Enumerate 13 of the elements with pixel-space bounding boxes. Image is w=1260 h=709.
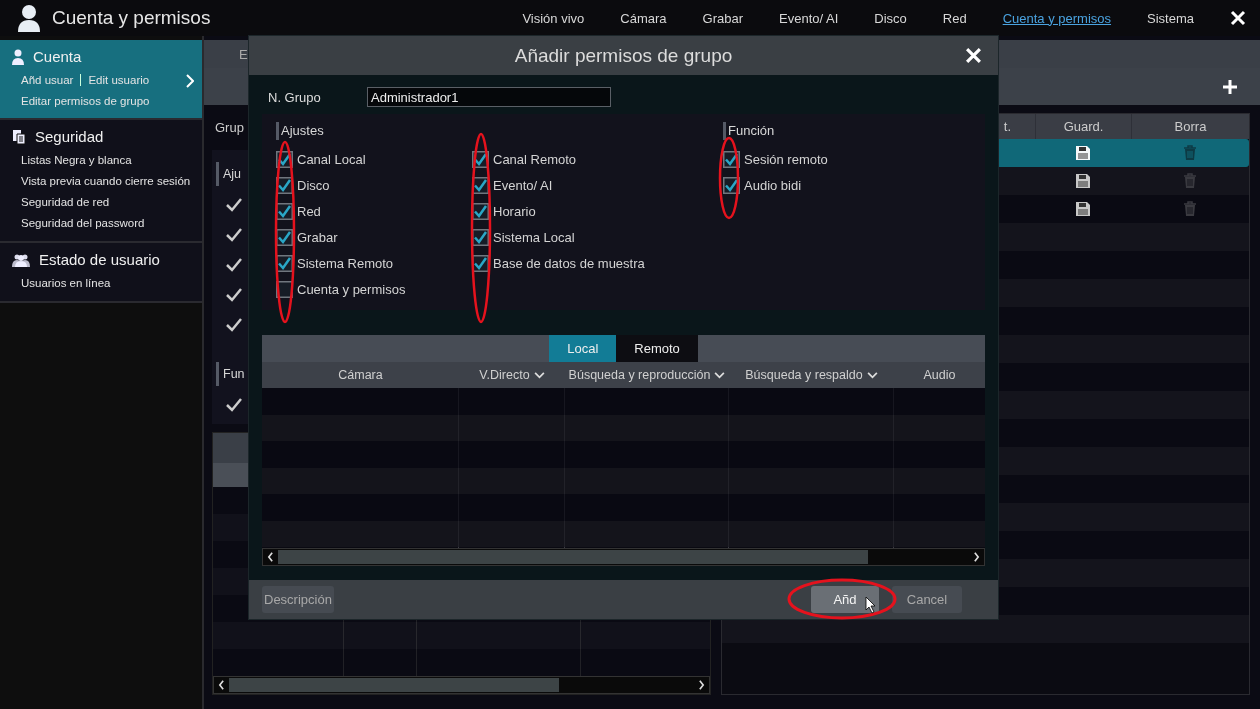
section-heading: Fun [216, 362, 245, 386]
column-header: Guard. [1063, 119, 1104, 134]
dialog-title: Añadir permisos de grupo [514, 44, 733, 67]
field-label: N. Grupo [267, 89, 322, 105]
section-heading: Aju [216, 162, 242, 186]
section-heading: Ajustes [276, 122, 472, 140]
field-label: Grup [215, 120, 244, 135]
column-header: Cámara [338, 368, 383, 382]
page-title: Cuenta y permisos [52, 7, 211, 29]
column-header: Borra [1174, 119, 1207, 134]
column-header: t. [1003, 119, 1011, 134]
column-header: Audio [923, 368, 956, 382]
section-heading: Función [723, 122, 985, 140]
